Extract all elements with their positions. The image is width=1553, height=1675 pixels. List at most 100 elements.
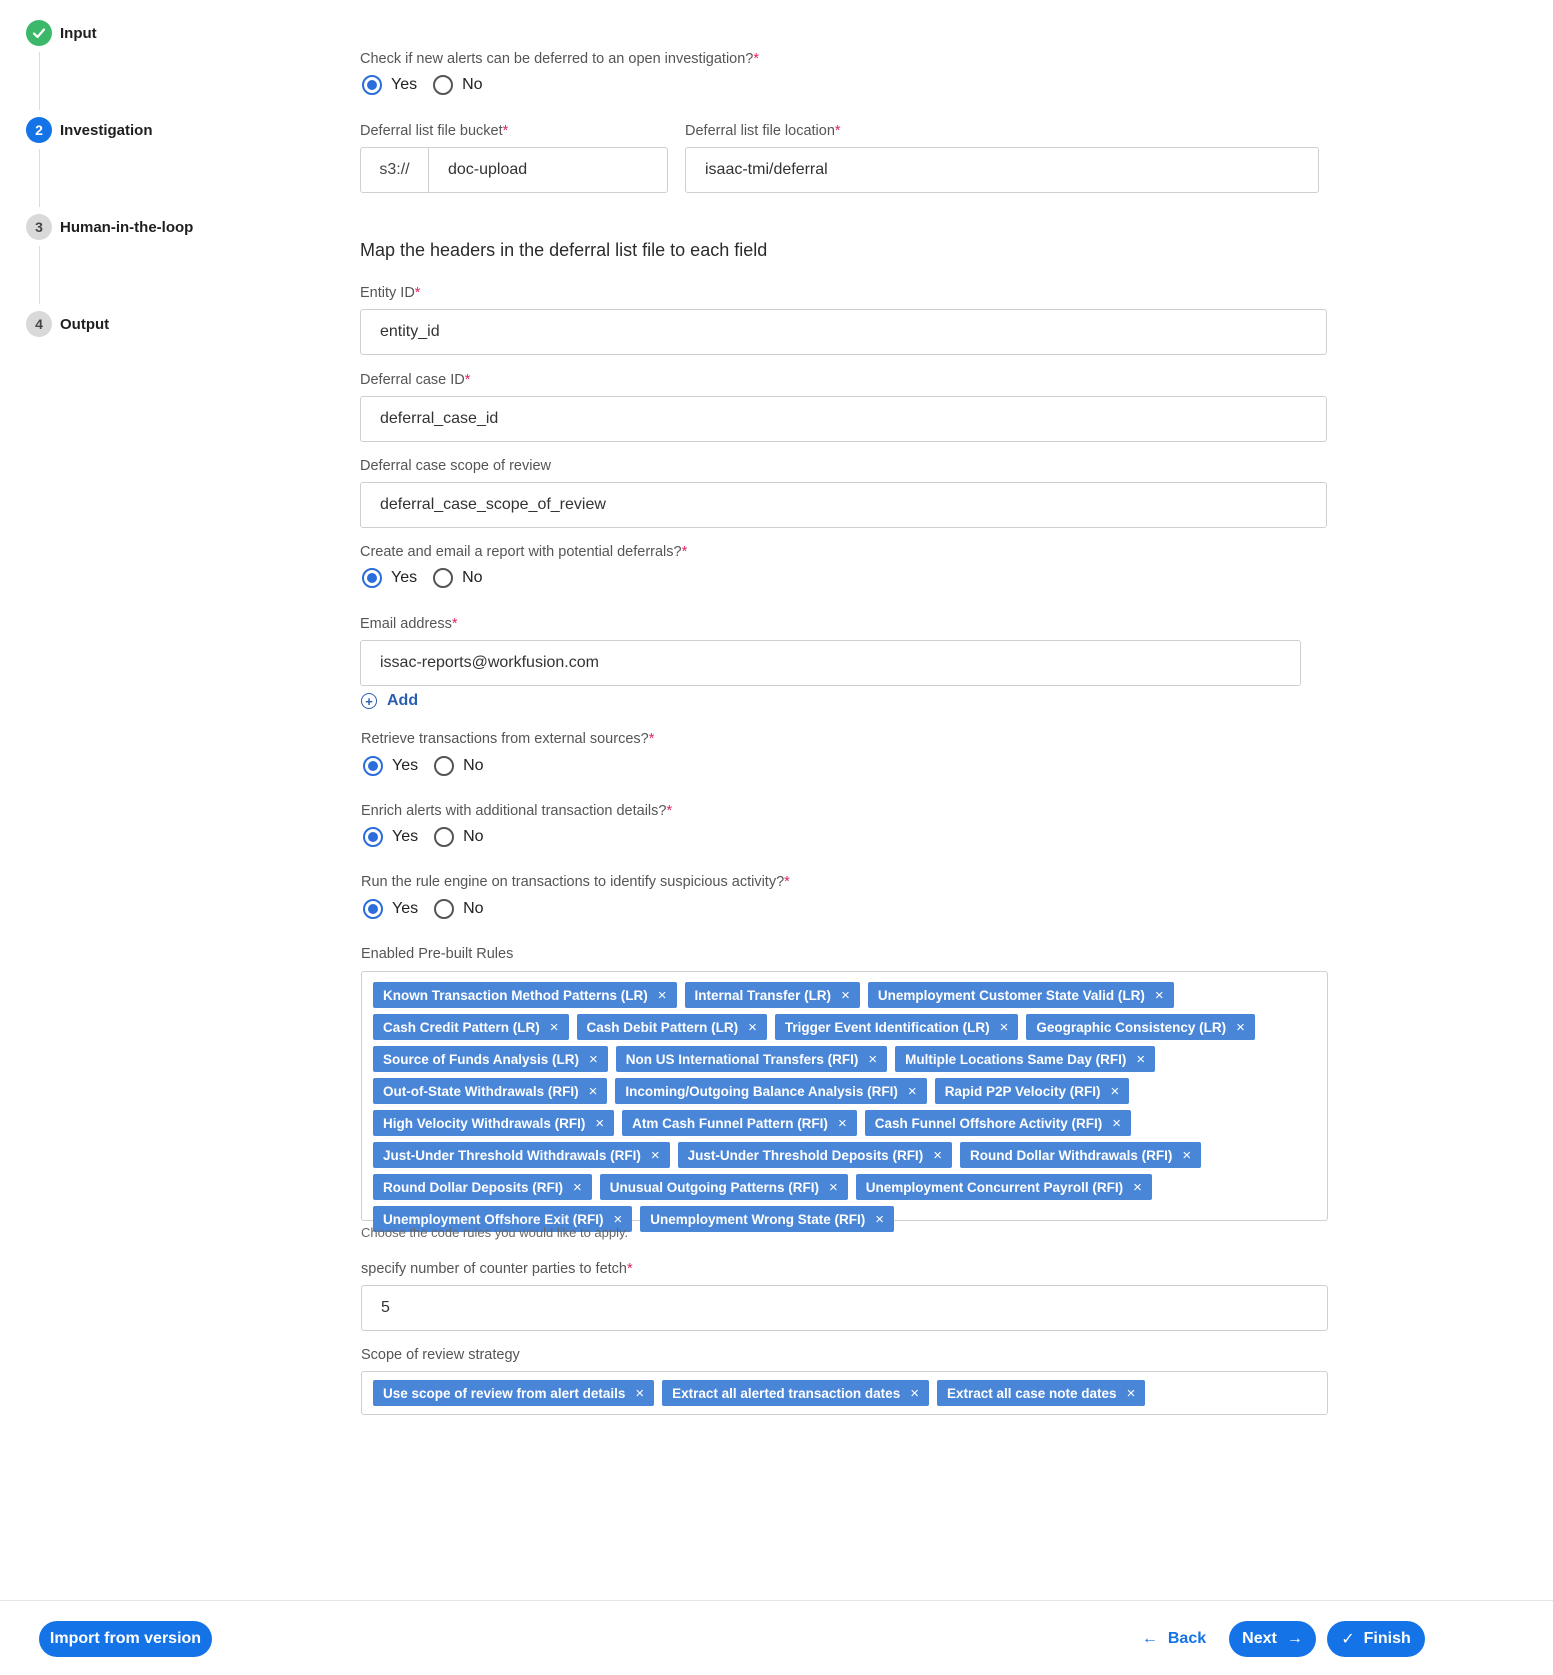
button-label: Import from version: [49, 1630, 202, 1647]
counter-parties-label: specify number of counter parties to fet…: [361, 1261, 633, 1277]
button-label: Next: [1242, 1630, 1277, 1647]
next-button[interactable]: Next →: [1229, 1621, 1316, 1657]
step-label: Input: [60, 24, 97, 42]
remove-tag-icon[interactable]: ×: [1155, 987, 1164, 1004]
rule-yes-radio[interactable]: [363, 899, 383, 919]
remove-tag-icon[interactable]: ×: [1000, 1019, 1009, 1036]
retrieve-no-radio[interactable]: [434, 756, 455, 776]
remove-tag-icon[interactable]: ×: [651, 1147, 660, 1164]
scope-strategy-multiselect[interactable]: Use scope of review from alert details × E…: [361, 1371, 1328, 1415]
remove-tag-icon[interactable]: ×: [1127, 1385, 1136, 1402]
bucket-field[interactable]: s3:// doc-upload: [360, 147, 668, 193]
remove-tag-icon[interactable]: ×: [589, 1083, 598, 1100]
remove-tag-icon[interactable]: ×: [875, 1211, 884, 1228]
defer-radio-group: Yes No: [362, 75, 499, 95]
tag-chip: Out-of-State Withdrawals (RFI) ×: [373, 1078, 608, 1104]
remove-tag-icon[interactable]: ×: [1236, 1019, 1245, 1036]
tag-label: Just-Under Threshold Withdrawals (RFI): [383, 1147, 641, 1163]
remove-tag-icon[interactable]: ×: [1182, 1147, 1191, 1164]
radio-label: Yes: [392, 757, 419, 774]
remove-tag-icon[interactable]: ×: [550, 1019, 559, 1036]
email-field[interactable]: issac-reports@workfusion.com: [360, 640, 1301, 686]
radio-label: No: [463, 900, 484, 917]
tag-chip: Trigger Event Identification (LR) ×: [774, 1014, 1019, 1040]
tag-chip: Unemployment Wrong State (RFI) ×: [640, 1206, 895, 1232]
map-headers-title: Map the headers in the deferral list fil…: [360, 240, 768, 260]
tag-chip: Non US International Transfers (RFI) ×: [615, 1046, 888, 1072]
remove-tag-icon[interactable]: ×: [595, 1115, 604, 1132]
remove-tag-icon[interactable]: ×: [1112, 1115, 1121, 1132]
enrich-no-radio[interactable]: [434, 827, 455, 847]
remove-tag-icon[interactable]: ×: [1136, 1051, 1145, 1068]
rules-multiselect[interactable]: Known Transaction Method Patterns (LR) × I…: [361, 971, 1328, 1232]
remove-tag-icon[interactable]: ×: [933, 1147, 942, 1164]
radio-label: Yes: [391, 569, 418, 586]
add-email-button[interactable]: + Add: [361, 692, 418, 710]
step-output[interactable]: 4 Output: [26, 311, 109, 337]
step-label: Investigation: [60, 121, 153, 139]
deferral-scope-field[interactable]: deferral_case_scope_of_review: [360, 482, 1327, 528]
deferral-case-id-label: Deferral case ID*: [360, 372, 471, 388]
tag-chip: Geographic Consistency (LR) ×: [1026, 1014, 1255, 1040]
remove-tag-icon[interactable]: ×: [573, 1179, 582, 1196]
remove-tag-icon[interactable]: ×: [868, 1051, 877, 1068]
rules-helper-text: Choose the code rules you would like to …: [361, 1225, 629, 1240]
report-yes-radio[interactable]: [362, 568, 382, 588]
tag-chip: Cash Debit Pattern (LR) ×: [576, 1014, 767, 1040]
deferral-case-id-field[interactable]: deferral_case_id: [360, 396, 1327, 442]
deferral-scope-value: deferral_case_scope_of_review: [380, 496, 606, 513]
tag-chip: Unemployment Customer State Valid (LR) ×: [867, 982, 1174, 1008]
remove-tag-icon[interactable]: ×: [748, 1019, 757, 1036]
remove-tag-icon[interactable]: ×: [910, 1385, 919, 1402]
remove-tag-icon[interactable]: ×: [635, 1385, 644, 1402]
defer-yes-radio[interactable]: [362, 75, 382, 95]
tag-label: Trigger Event Identification (LR): [784, 1019, 990, 1035]
entity-id-label: Entity ID*: [360, 285, 421, 301]
step-human-in-the-loop[interactable]: 3 Human-in-the-loop: [26, 214, 193, 240]
enrich-radio-group: Yes No: [363, 827, 500, 847]
step-connector: [39, 149, 40, 207]
step-label: Output: [60, 315, 110, 333]
remove-tag-icon[interactable]: ×: [908, 1083, 917, 1100]
remove-tag-icon[interactable]: ×: [838, 1115, 847, 1132]
tag-chip: Internal Transfer (LR) ×: [684, 982, 860, 1008]
tag-label: Round Dollar Withdrawals (RFI): [969, 1147, 1173, 1163]
step-input[interactable]: Input: [26, 20, 97, 46]
tag-chip: Incoming/Outgoing Balance Analysis (RFI)…: [615, 1078, 927, 1104]
counter-parties-field[interactable]: 5: [361, 1285, 1328, 1331]
finish-button[interactable]: ✓ Finish: [1327, 1621, 1425, 1657]
tag-label: Multiple Locations Same Day (RFI): [905, 1051, 1127, 1067]
location-field[interactable]: isaac-tmi/deferral: [685, 147, 1319, 193]
defer-no-radio[interactable]: [433, 75, 454, 95]
entity-id-field[interactable]: entity_id: [360, 309, 1327, 355]
back-button[interactable]: ← Back: [1136, 1621, 1212, 1657]
report-no-radio[interactable]: [433, 568, 454, 588]
tag-label: Known Transaction Method Patterns (LR): [383, 987, 648, 1003]
retrieve-question-label: Retrieve transactions from external sour…: [361, 731, 655, 747]
button-label: Back: [1167, 1630, 1207, 1647]
remove-tag-icon[interactable]: ×: [829, 1179, 838, 1196]
import-from-version-button[interactable]: Import from version: [39, 1621, 212, 1657]
add-label: Add: [387, 692, 419, 709]
tag-chip: Extract all alerted transaction dates ×: [662, 1380, 929, 1406]
wizard-footer: Import from version ← Back Next → ✓ Fini…: [0, 1600, 1553, 1675]
remove-tag-icon[interactable]: ×: [1133, 1179, 1142, 1196]
step-investigation[interactable]: 2 Investigation: [26, 117, 153, 143]
report-question-label: Create and email a report with potential…: [360, 544, 688, 560]
remove-tag-icon[interactable]: ×: [841, 987, 850, 1004]
tag-chip: Round Dollar Deposits (RFI) ×: [373, 1174, 592, 1200]
remove-tag-icon[interactable]: ×: [1110, 1083, 1119, 1100]
enrich-yes-radio[interactable]: [363, 827, 383, 847]
remove-tag-icon[interactable]: ×: [589, 1051, 598, 1068]
tag-label: Unemployment Customer State Valid (LR): [877, 987, 1145, 1003]
scope-strategy-label: Scope of review strategy: [361, 1347, 520, 1363]
remove-tag-icon[interactable]: ×: [658, 987, 667, 1004]
tag-chip: Cash Credit Pattern (LR) ×: [373, 1014, 569, 1040]
tag-chip: Unemployment Concurrent Payroll (RFI) ×: [855, 1174, 1152, 1200]
location-label: Deferral list file location*: [685, 123, 841, 139]
radio-label: No: [463, 828, 484, 845]
retrieve-yes-radio[interactable]: [363, 756, 383, 776]
rule-no-radio[interactable]: [434, 899, 455, 919]
tag-label: Cash Debit Pattern (LR): [586, 1019, 739, 1035]
rule-question-label: Run the rule engine on transactions to i…: [361, 874, 790, 890]
